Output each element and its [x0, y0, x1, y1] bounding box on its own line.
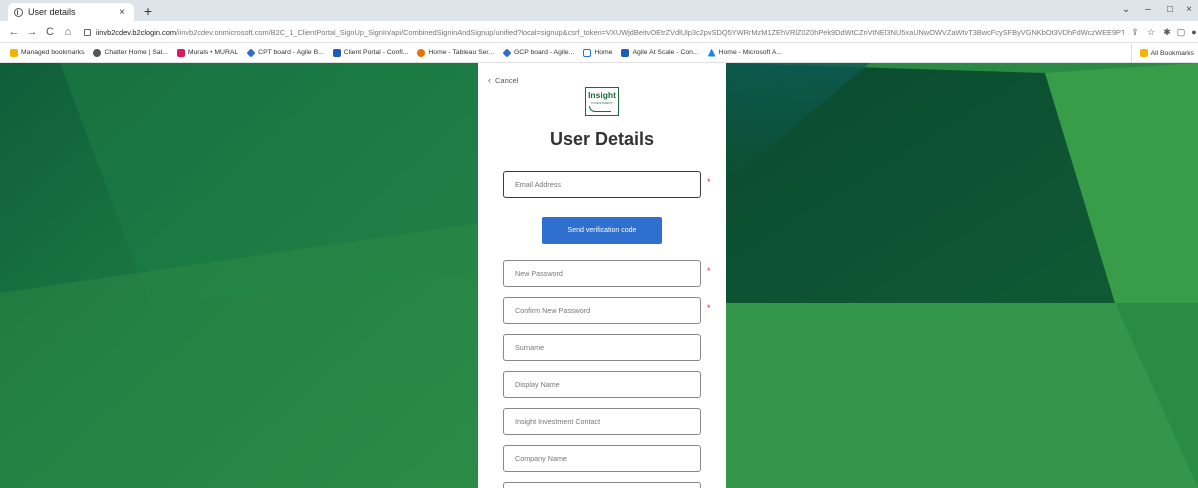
close-window-button[interactable]: ×: [1178, 2, 1198, 18]
bookmark-label: Chatter Home | Sal...: [104, 49, 168, 56]
bookmark-chatter[interactable]: Chatter Home | Sal...: [93, 48, 168, 57]
reload-button[interactable]: C: [42, 24, 58, 40]
required-marker: *: [707, 177, 711, 187]
new-password-field[interactable]: [503, 260, 701, 287]
logo-wordmark: Insight: [588, 90, 616, 100]
required-marker: *: [707, 303, 711, 313]
bookmark-tableau[interactable]: Home - Tableau Ser...: [417, 48, 494, 57]
mural-icon: [176, 48, 185, 57]
insight-contact-field[interactable]: [503, 408, 701, 435]
new-password-input[interactable]: [504, 261, 700, 286]
page-title: User Details: [549, 129, 655, 149]
send-verification-code-button[interactable]: Send verification code: [542, 217, 662, 244]
insight-investment-logo: Insight INVESTMENT: [585, 87, 619, 116]
bookmarks-bar: Managed bookmarks Chatter Home | Sal... …: [0, 43, 1198, 63]
folder-icon: [10, 48, 18, 57]
bookmark-label: CPT board - Agile B...: [258, 49, 324, 56]
bookmark-microsoft[interactable]: Home - Microsoft A...: [707, 48, 783, 57]
bookmark-client-portal[interactable]: Client Portal - Confl...: [332, 48, 409, 57]
next-input[interactable]: [504, 483, 700, 488]
new-tab-button[interactable]: +: [140, 3, 156, 19]
globe-icon: [14, 7, 23, 17]
browser-tab[interactable]: User details ×: [8, 3, 134, 21]
required-marker: *: [707, 266, 711, 276]
url-host: iinvb2cdev.b2clogin.com: [96, 27, 176, 37]
back-button[interactable]: ←: [6, 24, 22, 40]
bookmark-label: Client Portal - Confl...: [343, 49, 409, 56]
email-field[interactable]: [503, 171, 701, 198]
cancel-link[interactable]: ‹ Cancel: [488, 75, 518, 85]
bookmark-managed[interactable]: Managed bookmarks: [10, 48, 85, 57]
folder-icon: [1139, 49, 1148, 57]
confluence-icon: [332, 48, 341, 57]
browser-toolbar: ← → C ⌂ iinvb2cdev.b2clogin.com /iinvb2c…: [0, 21, 1198, 43]
tab-strip: User details × + ⌄ – □ ×: [0, 0, 1198, 21]
confirm-password-input[interactable]: [504, 298, 700, 323]
confirm-password-field[interactable]: [503, 297, 701, 324]
bookmark-agile-at-scale[interactable]: Agile At Scale - Con...: [621, 48, 699, 57]
bookmark-label: Home: [594, 49, 613, 56]
all-bookmarks-label: All Bookmarks: [1150, 49, 1194, 57]
bookmark-label: Murals • MURAL: [187, 49, 239, 56]
user-details-panel: ‹ Cancel Insight INVESTMENT User Details…: [478, 63, 726, 488]
bookmark-gcp-board[interactable]: GCP board - Agile...: [502, 47, 575, 58]
address-bar[interactable]: iinvb2cdev.b2clogin.com /iinvb2cdev.onmi…: [84, 24, 1124, 40]
bookmark-cpt-board[interactable]: CPT board - Agile B...: [246, 47, 324, 58]
bookmark-label: GCP board - Agile...: [514, 49, 575, 56]
minimize-button[interactable]: –: [1137, 2, 1159, 18]
jira-icon: [246, 47, 256, 58]
logo-subtitle: INVESTMENT: [591, 101, 613, 105]
bookmark-home[interactable]: Home: [583, 48, 613, 57]
chevron-left-icon: ‹: [488, 75, 491, 85]
tab-close-icon[interactable]: ×: [116, 7, 128, 18]
url-path: /iinvb2cdev.onmicrosoft.com/B2C_1_Client…: [175, 27, 1124, 37]
star-icon[interactable]: ☆: [1144, 24, 1158, 40]
email-input[interactable]: [504, 172, 700, 197]
side-panel-icon[interactable]: ▢: [1174, 24, 1188, 40]
forward-button[interactable]: →: [24, 24, 40, 40]
bookmark-label: Home - Microsoft A...: [718, 49, 783, 56]
company-name-input[interactable]: [504, 446, 700, 471]
display-name-field[interactable]: [503, 371, 701, 398]
tab-search-icon[interactable]: ⌄: [1115, 2, 1137, 18]
surname-field[interactable]: [503, 334, 701, 361]
bookmark-label: Agile At Scale - Con...: [632, 49, 699, 56]
tab-title: User details: [28, 7, 76, 17]
bookmark-label: Home - Tableau Ser...: [428, 49, 494, 56]
surname-input[interactable]: [504, 335, 700, 360]
insight-contact-input[interactable]: [504, 409, 700, 434]
bookmark-label: Managed bookmarks: [21, 49, 85, 56]
azure-icon: [707, 48, 716, 57]
all-bookmarks[interactable]: All Bookmarks: [1130, 43, 1194, 62]
extensions-icon[interactable]: ✱: [1160, 24, 1174, 40]
confluence-icon: [621, 48, 630, 57]
display-name-input[interactable]: [504, 372, 700, 397]
jira-icon: [502, 47, 512, 58]
bookmark-mural[interactable]: Murals • MURAL: [176, 48, 239, 57]
next-field[interactable]: [503, 482, 701, 488]
company-name-field[interactable]: [503, 445, 701, 472]
profile-icon[interactable]: ●: [1187, 24, 1198, 40]
home-button[interactable]: ⌂: [60, 24, 76, 40]
logo-swoosh: [589, 106, 611, 112]
lock-icon: [84, 28, 91, 36]
cancel-label: Cancel: [495, 75, 519, 85]
globe-icon: [93, 48, 102, 57]
share-icon[interactable]: ⇪: [1128, 24, 1142, 40]
page-icon: [583, 48, 592, 57]
tableau-icon: [417, 48, 426, 57]
